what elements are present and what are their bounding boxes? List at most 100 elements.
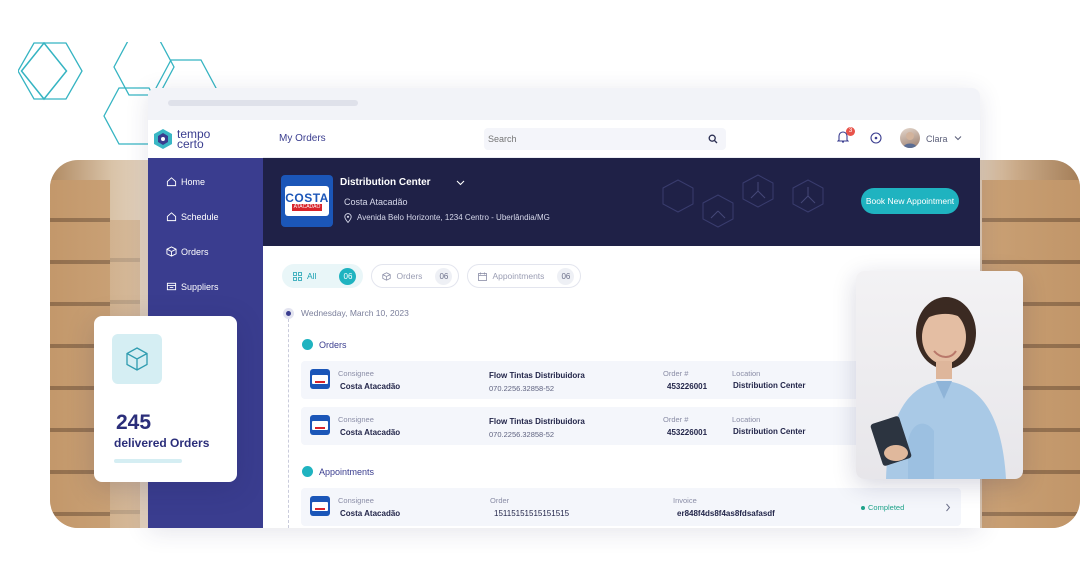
location-label: Location (732, 415, 761, 424)
location-label: Location (732, 369, 761, 378)
help-icon[interactable] (870, 132, 882, 144)
timeline-date: Wednesday, March 10, 2023 (301, 308, 409, 318)
section-orders: Orders (302, 339, 347, 350)
page: tempo certo Home Schedule Orders Supplie… (0, 0, 1080, 566)
consignee-value: Costa Atacadão (340, 382, 401, 391)
sidebar-item-home[interactable]: Home (166, 174, 219, 189)
supplier-name: Flow Tintas Distribuidora (489, 371, 585, 380)
store-logo: COSTA ATACADÃO (281, 175, 333, 227)
sidebar-item-orders[interactable]: Orders (166, 244, 219, 259)
filter-tabs: All 06 Orders 06 Appointments 06 (282, 264, 582, 288)
costa-logo-icon (310, 415, 330, 435)
sidebar-item-label: Orders (181, 246, 209, 257)
stat-icon-box (112, 334, 162, 384)
order-label: Order # (663, 369, 689, 378)
timeline-line (288, 314, 289, 528)
delivered-orders-label: delivered Orders (114, 436, 210, 450)
sidebar-item-label: Suppliers (181, 281, 219, 292)
sidebar-item-label: Schedule (181, 211, 219, 222)
section-appointments: Appointments (302, 466, 374, 477)
order-number: 453226001 (667, 428, 708, 437)
supplier-name: Flow Tintas Distribuidora (489, 417, 585, 426)
section-title: Appointments (319, 466, 375, 477)
sidebar-item-label: Home (181, 176, 206, 187)
browser-bar (148, 88, 980, 120)
table-row[interactable]: Consignee Costa Atacadão Flow Tintas Dis… (301, 361, 861, 399)
tab-label: Appointments (492, 271, 545, 281)
sidebar-item-suppliers[interactable]: Suppliers (166, 279, 219, 294)
schedule-icon (166, 212, 177, 222)
box-icon (382, 271, 392, 281)
distribution-center-title[interactable]: Distribution Center (340, 177, 431, 188)
store-logo-text: COSTA (285, 190, 329, 205)
search-input[interactable] (484, 128, 726, 150)
delivered-orders-card: 245 delivered Orders (94, 316, 237, 482)
tab-orders[interactable]: Orders 06 (371, 264, 460, 288)
order-label: Order (490, 496, 510, 505)
logo-icon (154, 129, 172, 149)
tab-count: 06 (339, 267, 357, 285)
chevron-down-icon[interactable] (456, 180, 465, 186)
sidebar-item-schedule[interactable]: Schedule (166, 209, 219, 224)
woman-with-tablet-icon (870, 297, 1006, 479)
tab-all[interactable]: All 06 (282, 264, 364, 288)
location-value: Distribution Center (733, 381, 806, 390)
sidebar-nav: Home Schedule Orders Suppliers (166, 174, 219, 294)
table-row[interactable]: Consignee Costa Atacadão Order 151151515… (301, 488, 961, 526)
tempo-certo-logo[interactable]: tempo certo (152, 128, 210, 150)
chevron-right-icon[interactable] (945, 503, 951, 512)
search-icon[interactable] (708, 134, 718, 144)
home-icon (166, 177, 177, 187)
grid-icon (293, 271, 302, 281)
delivered-orders-count: 245 (116, 411, 152, 434)
consignee-label: Consignee (338, 369, 374, 378)
progress-bar (114, 459, 182, 463)
avatar[interactable] (900, 128, 920, 148)
store-logo-subtext: ATACADÃO (291, 203, 323, 211)
order-number: 453226001 (667, 382, 708, 391)
hexagon-pattern-icon (662, 174, 824, 228)
order-number: 15115151515151515 (494, 509, 570, 518)
tab-label: All (307, 271, 317, 281)
page-title: My Orders (279, 133, 326, 144)
store-logo-badge: COSTA ATACADÃO (285, 186, 329, 216)
location-value: Distribution Center (733, 427, 806, 436)
section-title: Orders (319, 339, 347, 350)
costa-logo-icon (310, 496, 330, 516)
distribution-center-banner: COSTA ATACADÃO Distribution Center Costa… (263, 158, 980, 246)
consignee-label: Consignee (338, 415, 374, 424)
consignee-label: Consignee (338, 496, 374, 505)
consignee-value: Costa Atacadão (340, 509, 401, 518)
tab-count: 06 (435, 267, 453, 285)
logo-text: tempo certo (177, 128, 210, 150)
address: Avenida Belo Horizonte, 1234 Centro - Ub… (357, 213, 550, 222)
supplier-id: 070.2256.32858-52 (489, 430, 555, 439)
chevron-down-icon[interactable] (954, 135, 962, 141)
box-icon (126, 347, 148, 371)
invoice-number: er848f4ds8f4as8fdsafasdf (677, 509, 775, 518)
book-new-appointment-button[interactable]: Book New Appointment (861, 188, 959, 214)
box-icon (166, 246, 177, 257)
tab-appointments[interactable]: Appointments 06 (467, 264, 582, 288)
location-pin-icon (344, 213, 352, 223)
notification-badge: 3 (846, 127, 855, 136)
invoice-label: Invoice (673, 496, 697, 505)
address-bar (168, 100, 358, 106)
tab-label: Orders (396, 271, 423, 281)
tab-count: 06 (557, 267, 575, 285)
supplier-id: 070.2256.32858-52 (489, 384, 555, 393)
person-photo (856, 271, 1023, 479)
user-name[interactable]: Clara (926, 134, 948, 144)
box-icon (302, 339, 313, 350)
suppliers-icon (166, 282, 177, 291)
consignee-value: Costa Atacadão (340, 428, 401, 437)
table-row[interactable]: Consignee Costa Atacadão Flow Tintas Dis… (301, 407, 861, 445)
calendar-icon (302, 466, 313, 477)
order-label: Order # (663, 415, 689, 424)
company-name: Costa Atacadão (344, 197, 408, 207)
costa-logo-icon (310, 369, 330, 389)
calendar-icon (478, 272, 488, 281)
status-badge: Completed (861, 503, 904, 512)
timeline-dot (283, 308, 294, 319)
user-photo-icon (903, 132, 917, 148)
